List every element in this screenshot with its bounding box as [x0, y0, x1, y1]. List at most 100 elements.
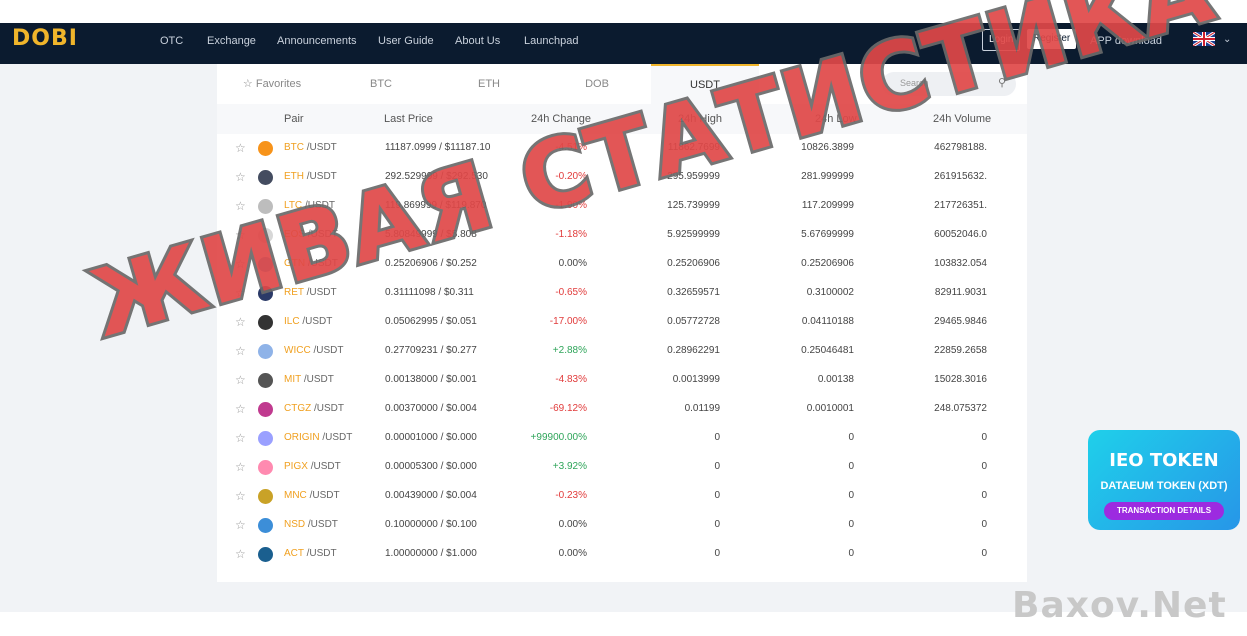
coin-icon: [258, 373, 273, 388]
nav-launchpad[interactable]: Launchpad: [524, 35, 578, 47]
favorite-star-icon[interactable]: ☆: [235, 431, 246, 445]
high-24h: 0: [714, 461, 720, 472]
baxov-watermark: Baxov.Net: [1012, 585, 1227, 626]
nav-otc[interactable]: OTC: [160, 35, 183, 47]
favorite-star-icon[interactable]: ☆: [235, 373, 246, 387]
pair-cell[interactable]: ILC /USDT: [284, 316, 332, 327]
volume-24h: 261915632.: [934, 171, 987, 182]
high-24h: 0.05772728: [667, 316, 720, 327]
pair-cell[interactable]: WICC /USDT: [284, 345, 343, 356]
table-row[interactable]: ☆ NSD /USDT 0.10000000 / $0.100 0.00% 0 0 0: [217, 511, 1027, 540]
volume-24h: 0: [981, 490, 987, 501]
favorite-star-icon[interactable]: ☆: [235, 489, 246, 503]
low-24h: 0.25046481: [801, 345, 854, 356]
pair-base: CTGZ: [284, 403, 312, 414]
table-row[interactable]: ☆ MNC /USDT 0.00439000 / $0.004 -0.23% 0 0 0: [217, 482, 1027, 511]
tab-label: Favorites: [255, 78, 302, 90]
last-price: 0.00439000 / $0.004: [385, 490, 477, 501]
change-24h: 0.00%: [558, 258, 587, 269]
volume-24h: 103832.054: [934, 258, 987, 269]
favorite-star-icon[interactable]: ☆: [235, 460, 246, 474]
pair-base: MIT: [284, 374, 302, 385]
pair-quote: /USDT: [306, 171, 337, 182]
coin-icon: [258, 344, 273, 359]
volume-24h: 0: [981, 519, 987, 530]
volume-24h: 217726351.: [934, 200, 987, 211]
last-price: 0.05062995 / $0.051: [385, 316, 477, 327]
col-last-price[interactable]: Last Price: [384, 113, 433, 125]
favorite-star-icon[interactable]: ☆: [235, 402, 246, 416]
coin-icon: [258, 402, 273, 417]
table-row[interactable]: ☆ ILC /USDT 0.05062995 / $0.051 -17.00% 0.05…: [217, 308, 1027, 337]
high-24h: 0.32659571: [667, 287, 720, 298]
coin-icon: [258, 489, 273, 504]
pair-cell[interactable]: MIT /USDT: [284, 374, 334, 385]
favorite-star-icon[interactable]: ☆: [235, 518, 246, 532]
last-price: 0.00138000 / $0.001: [385, 374, 477, 385]
nav-user-guide[interactable]: User Guide: [378, 35, 434, 47]
tab-btc[interactable]: BTC: [327, 64, 435, 104]
pair-cell[interactable]: ORIGIN /USDT: [284, 432, 352, 443]
pair-cell[interactable]: BTC /USDT: [284, 142, 337, 153]
high-24h: 0.25206906: [667, 258, 720, 269]
table-row[interactable]: ☆ WICC /USDT 0.27709231 / $0.277 +2.88% 0.28…: [217, 337, 1027, 366]
last-price: 0.00001000 / $0.000: [385, 432, 477, 443]
pair-cell[interactable]: ETH /USDT: [284, 171, 337, 182]
nav-announcements[interactable]: Announcements: [277, 35, 357, 47]
high-24h: 0: [714, 548, 720, 559]
pair-cell[interactable]: CTGZ /USDT: [284, 403, 344, 414]
table-row[interactable]: ☆ MIT /USDT 0.00138000 / $0.001 -4.83% 0.001…: [217, 366, 1027, 395]
pair-cell[interactable]: PIGX /USDT: [284, 461, 341, 472]
pair-quote: /USDT: [303, 374, 334, 385]
volume-24h: 22859.2658: [934, 345, 987, 356]
favorite-star-icon[interactable]: ☆: [235, 344, 246, 358]
table-row[interactable]: ☆ ACT /USDT 1.00000000 / $1.000 0.00% 0 0 0: [217, 540, 1027, 569]
volume-24h: 15028.3016: [934, 374, 987, 385]
low-24h: 0.3100002: [806, 287, 854, 298]
low-24h: 0.0010001: [806, 403, 854, 414]
coin-icon: [258, 460, 273, 475]
low-24h: 0: [848, 490, 854, 501]
high-24h: 0.0013999: [672, 374, 720, 385]
star-outline-icon: ☆: [242, 78, 253, 90]
ieo-banner[interactable]: IEO TOKEN DATAEUM TOKEN (XDT) TRANSACTIO…: [1088, 430, 1240, 530]
pair-cell[interactable]: MNC /USDT: [284, 490, 340, 501]
change-24h: +99900.00%: [530, 432, 587, 443]
pair-base: ORIGIN: [284, 432, 320, 443]
volume-24h: 0: [981, 432, 987, 443]
last-price: 1.00000000 / $1.000: [385, 548, 477, 559]
tab-favorites[interactable]: ☆ Favorites: [217, 64, 327, 104]
favorite-star-icon[interactable]: ☆: [235, 547, 246, 561]
low-24h: 117.209999: [801, 200, 854, 211]
pair-cell[interactable]: NSD /USDT: [284, 519, 338, 530]
dobi-logo[interactable]: DOBI: [12, 26, 78, 51]
high-24h: 0: [714, 490, 720, 501]
table-row[interactable]: ☆ PIGX /USDT 0.00005300 / $0.000 +3.92% 0 0 0: [217, 453, 1027, 482]
change-24h: -17.00%: [549, 316, 587, 327]
favorite-star-icon[interactable]: ☆: [235, 141, 246, 155]
change-24h: -0.65%: [555, 287, 587, 298]
coin-icon: [258, 170, 273, 185]
coin-icon: [258, 431, 273, 446]
low-24h: 5.67699999: [801, 229, 854, 240]
pair-quote: /USDT: [314, 403, 344, 414]
change-24h: -69.12%: [549, 403, 587, 414]
high-24h: 0: [714, 432, 720, 443]
pair-cell[interactable]: ACT /USDT: [284, 548, 337, 559]
pair-quote: /USDT: [307, 519, 338, 530]
nav-exchange[interactable]: Exchange: [207, 35, 256, 47]
table-row[interactable]: ☆ ORIGIN /USDT 0.00001000 / $0.000 +99900.0…: [217, 424, 1027, 453]
volume-24h: 29465.9846: [934, 316, 987, 327]
table-row[interactable]: ☆ CTGZ /USDT 0.00370000 / $0.004 -69.12% 0.0…: [217, 395, 1027, 424]
transaction-details-button[interactable]: TRANSACTION DETAILS: [1104, 502, 1224, 520]
pair-quote: /USDT: [313, 345, 344, 356]
favorite-star-icon[interactable]: ☆: [235, 170, 246, 184]
high-24h: 0: [714, 519, 720, 530]
last-price: 0.00005300 / $0.000: [385, 461, 477, 472]
change-24h: +2.88%: [552, 345, 587, 356]
tab-eth[interactable]: ETH: [435, 64, 543, 104]
nav-about-us[interactable]: About Us: [455, 35, 500, 47]
col-pair[interactable]: Pair: [284, 113, 304, 125]
low-24h: 0: [848, 432, 854, 443]
last-price: 0.27709231 / $0.277: [385, 345, 477, 356]
